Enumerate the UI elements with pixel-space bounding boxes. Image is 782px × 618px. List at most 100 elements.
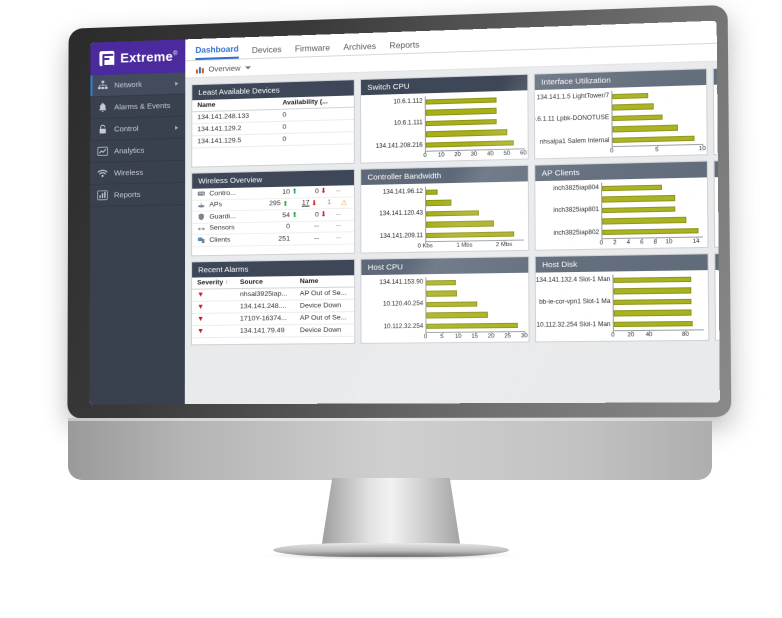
chart-bar[interactable]: [602, 184, 663, 192]
chart-bar[interactable]: [613, 309, 691, 317]
chart-bar[interactable]: [426, 279, 456, 286]
chart-bar[interactable]: [613, 298, 691, 306]
tab-firmware[interactable]: Firmware: [295, 43, 330, 56]
sidebar-item-reports[interactable]: Reports: [90, 182, 186, 208]
chart-tick-label: 40: [487, 151, 494, 158]
chart-x-axis: 0 Kbs 1 Mbs 2 Mbs: [418, 239, 524, 251]
chart-bar[interactable]: [425, 129, 507, 138]
arrow-down-icon: ⬇: [320, 188, 327, 196]
chart-bar[interactable]: [426, 210, 479, 217]
chart-bar[interactable]: [425, 140, 514, 149]
chart-tick-label: 0 Kbs: [417, 243, 433, 250]
chart-bar[interactable]: [613, 287, 691, 295]
chart-x-axis: 0 20 40 80: [611, 329, 704, 340]
column-header-severity[interactable]: Severity ↑: [192, 276, 235, 290]
chart-tick-label: 20: [487, 333, 495, 340]
severity-critical-icon: ▼: [197, 291, 205, 299]
chart-tick-label: 0: [423, 334, 428, 341]
chart-bar[interactable]: [602, 228, 699, 236]
chevron-down-icon[interactable]: [244, 65, 251, 69]
wireless-overview-down-count: --: [314, 222, 319, 231]
chart-bar[interactable]: [426, 301, 477, 308]
dashboard-selector-label[interactable]: Overview: [208, 63, 240, 73]
sidebar-item-control[interactable]: Control: [90, 116, 186, 142]
arrow-down-icon: ⬇: [311, 200, 318, 208]
wireless-overview-label: APs: [209, 201, 223, 209]
tab-archives[interactable]: Archives: [343, 42, 376, 55]
chart-tick-label: 10: [437, 152, 445, 159]
chart-bar[interactable]: [612, 92, 649, 100]
chart-plot-area: [601, 180, 704, 239]
chart-bar[interactable]: [612, 114, 663, 122]
chart-bar[interactable]: [426, 290, 458, 297]
status-badge: ▼: [192, 300, 235, 314]
chart-bar[interactable]: [612, 124, 678, 133]
guardian-icon: [197, 213, 205, 221]
panel-body: Contro... 10 ⬆ 0 ⬇ -- APs 295 ⬆ 17 ⬇ 1 ⚠ Guardi... 54 ⬆…: [192, 185, 355, 255]
chart-bar[interactable]: [426, 199, 452, 206]
chart-bar[interactable]: [613, 276, 691, 284]
least-available-devices-table: Name Availability (... 134.141.248.133 0: [192, 95, 354, 149]
sidebar-item-label: Control: [114, 123, 139, 134]
chart-bar[interactable]: [612, 103, 654, 111]
tab-devices[interactable]: Devices: [252, 45, 282, 58]
chart-bar[interactable]: [612, 135, 695, 144]
chart-x-axis: 0 5 10 15 20 25 30: [423, 331, 528, 342]
cell-name: AP Out of Se...: [294, 311, 355, 325]
sidebar-item-alarms-events[interactable]: Alarms & Events: [90, 94, 186, 120]
chart-bar[interactable]: [613, 320, 693, 328]
wireless-overview-down-count[interactable]: 17: [290, 200, 310, 208]
wireless-overview-label: Clients: [209, 236, 231, 244]
wireless-overview-row[interactable]: Clients 251 -- --: [192, 232, 355, 247]
chart-bar[interactable]: [425, 118, 498, 127]
chart-tick-label: 0: [611, 332, 615, 339]
monitor-screen: Extreme® Network Alarms & Events Control: [89, 20, 720, 405]
chart-bar[interactable]: [425, 107, 498, 116]
chart-plot-area: [612, 273, 704, 331]
chart-category-label: nhsalpa1 Salem Internal: [539, 137, 610, 146]
chart-bar[interactable]: [602, 206, 676, 214]
cell-name: AP Out of Se...: [294, 287, 355, 301]
wireless-overview-third: --: [336, 222, 341, 230]
panel-wireless-overview: Wireless Overview Contro... 10 ⬆ 0 ⬇ -- APs 295…: [191, 168, 356, 257]
chart-tick-label: 10: [698, 145, 706, 153]
monitor-bezel: Extreme® Network Alarms & Events Control: [89, 20, 720, 405]
chart-category-label: 10.6.1.112: [393, 98, 423, 106]
chart-tick-label: 20: [454, 151, 461, 159]
column-header-source[interactable]: Source: [234, 276, 295, 289]
panel-ap-clients: AP Clients inch3825iap804-inch3825iap801…: [534, 160, 709, 251]
tab-dashboard[interactable]: Dashboard: [195, 44, 239, 61]
tab-reports[interactable]: Reports: [389, 40, 419, 53]
sidebar-item-network[interactable]: Network: [90, 72, 186, 98]
sidebar-item-analytics[interactable]: Analytics: [90, 138, 186, 164]
wireless-overview-third: --: [336, 234, 341, 242]
panel-body: Severity ↑ Source Name ▼ nhsal3925iap... A…: [191, 275, 355, 344]
chart-ap-clients: inch3825iap804-inch3825iap801-inch3825ia…: [535, 177, 707, 249]
chart-bar[interactable]: [602, 217, 687, 225]
wireless-overview-count: 295: [269, 200, 281, 208]
severity-critical-icon: ▼: [197, 328, 205, 336]
table-row[interactable]: ▼ 134.141.79.49 Device Down: [191, 323, 355, 338]
chart-tick-label: 40: [645, 331, 653, 339]
chart-bar[interactable]: [426, 189, 438, 195]
column-header-name[interactable]: Name: [294, 275, 355, 288]
panel-host-cpu: Host CPU 134.141.153.90-10.120.40.254-10…: [360, 256, 530, 344]
chart-bar[interactable]: [426, 231, 514, 239]
chart-line-icon: [97, 146, 108, 156]
sidebar-item-label: Reports: [113, 189, 141, 200]
panel-host-disk: Host Disk 134.141.132.4 Slot-1 Man-bb-ie…: [534, 253, 710, 343]
chart-tick-label: 30: [520, 333, 528, 340]
controller-icon: [197, 190, 205, 198]
chart-bar[interactable]: [426, 322, 518, 330]
chart-bar[interactable]: [602, 195, 676, 203]
chart-category-label: 134.141.96.12: [382, 189, 423, 197]
chart-tick-label: 10: [454, 333, 462, 340]
arrow-up-icon: ⬆: [291, 188, 298, 196]
lock-icon: [99, 124, 106, 134]
sidebar-item-wireless[interactable]: Wireless: [90, 160, 186, 186]
chart-bar[interactable]: [426, 312, 489, 319]
chart-tick-label: 1 Mbs: [456, 242, 473, 249]
chart-bar[interactable]: [426, 220, 495, 228]
chart-bar[interactable]: [425, 96, 498, 105]
wireless-overview-count: 0: [286, 223, 290, 231]
